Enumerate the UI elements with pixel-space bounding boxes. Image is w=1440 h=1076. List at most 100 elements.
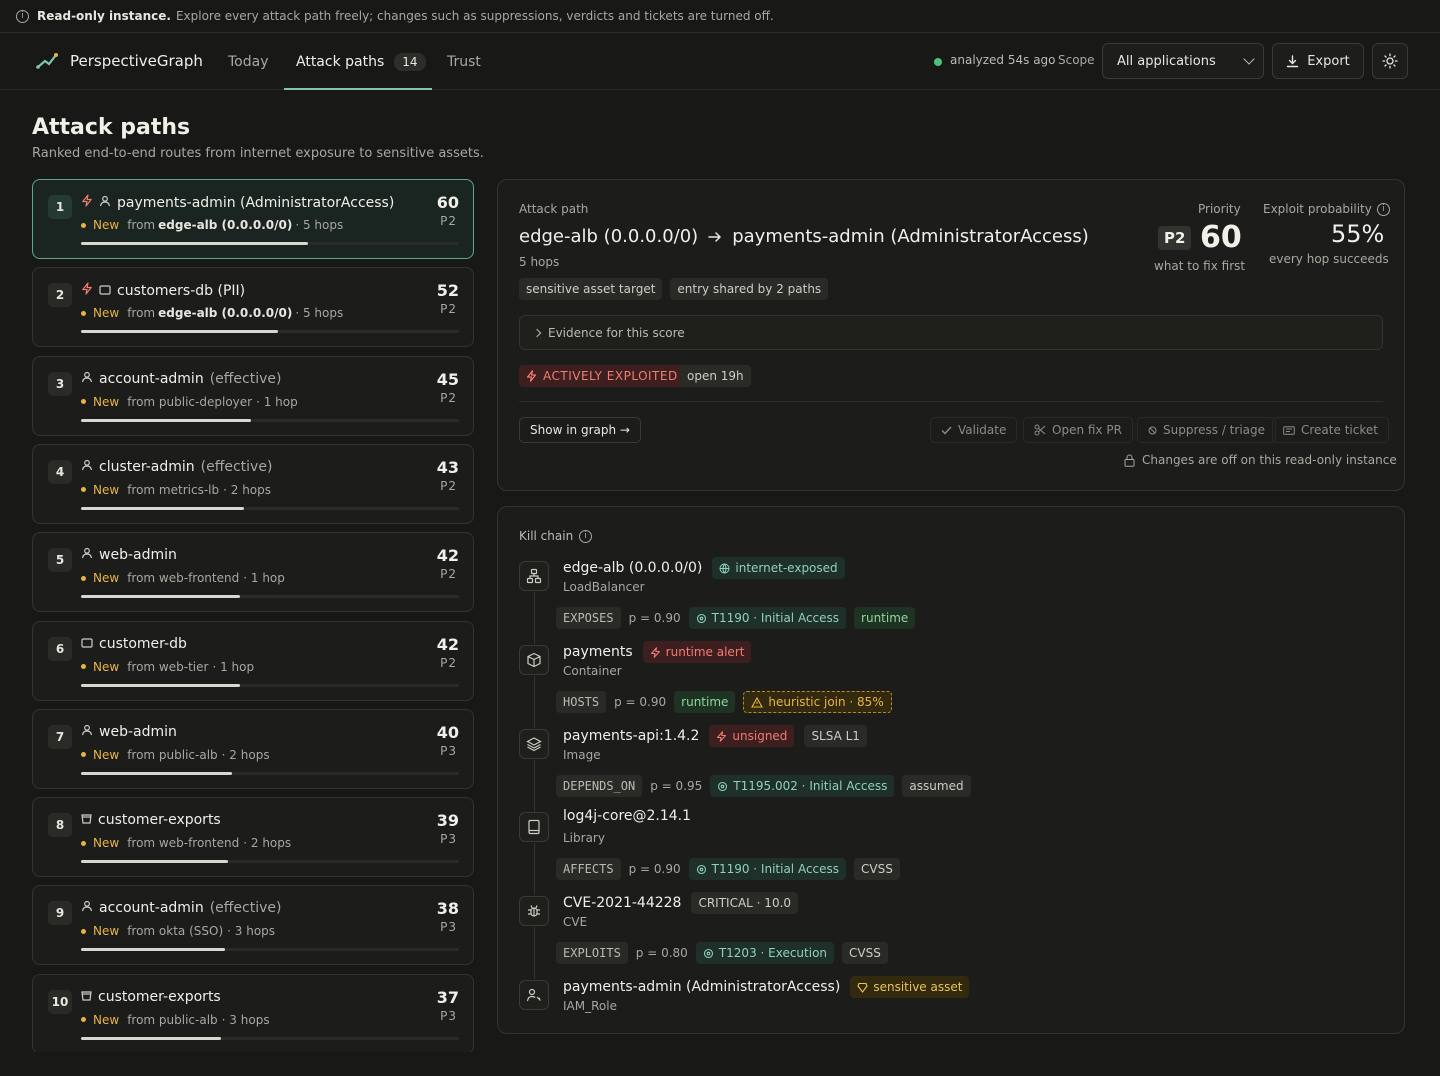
node-type: LoadBalancer	[563, 580, 645, 594]
check-icon	[941, 426, 952, 435]
path-score: 43	[436, 457, 459, 477]
tab-attack-paths[interactable]: Attack paths 14	[296, 33, 426, 90]
path-hops: · 5 hops	[295, 306, 344, 321]
attack-path-card[interactable]: 3 account-admin (effective) New from pub…	[32, 355, 474, 436]
create-ticket-button[interactable]: Create ticket	[1272, 417, 1389, 443]
path-score-bar	[81, 242, 459, 245]
attack-path-card[interactable]: 6 customer-db New from web-tier · 1 hop …	[32, 620, 474, 701]
mitre-text: T1203 · Execution	[718, 946, 828, 960]
new-dot-icon	[81, 310, 86, 316]
path-hops: · 3 hops	[221, 1012, 270, 1027]
brand-name[interactable]: PerspectiveGraph	[70, 52, 203, 70]
info-icon[interactable]: i	[579, 529, 593, 543]
actively-exploited-badge: ACTIVELY EXPLOITED	[519, 365, 685, 387]
mitre-tag: T1190 · Initial Access	[688, 607, 847, 629]
tag-grey: CVSS	[842, 942, 888, 964]
theme-toggle-button[interactable]	[1372, 43, 1408, 79]
path-title: customer-db	[81, 636, 187, 652]
kill-chain-node[interactable]: CVE-2021-44228 CRITICAL · 10.0	[563, 892, 799, 914]
mitre-text: T1190 · Initial Access	[711, 862, 840, 876]
edge-probability: p = 0.80	[635, 946, 688, 960]
attack-path-card[interactable]: 1 payments-admin (AdministratorAccess) N…	[32, 179, 474, 259]
edge-relation: EXPLOITS	[556, 942, 628, 964]
target-icon	[696, 613, 707, 624]
path-score: 42	[436, 634, 459, 654]
tag-text: heuristic join · 85%	[768, 695, 884, 709]
path-target-suffix: (effective)	[200, 458, 273, 475]
tag-text: sensitive asset	[873, 980, 963, 994]
kill-chain-node[interactable]: payments runtime alert	[563, 641, 752, 663]
attack-path-card[interactable]: 10 customer-exports New from public-alb …	[32, 973, 474, 1052]
detail-chips: sensitive asset target entry shared by 2…	[519, 278, 829, 300]
new-label: New	[93, 924, 120, 939]
node-name: payments	[563, 644, 633, 660]
path-hops: · 2 hops	[223, 482, 272, 497]
path-score: 42	[436, 546, 459, 566]
validate-button[interactable]: Validate	[930, 417, 1018, 443]
new-label: New	[93, 747, 120, 762]
attack-path-card[interactable]: 9 account-admin (effective) New from okt…	[32, 885, 474, 966]
exploited-text: ACTIVELY EXPLOITED	[543, 369, 678, 383]
banner-bold: Read-only instance.	[37, 9, 171, 23]
node-name: CVE-2021-44228	[563, 895, 682, 911]
suppress-triage-button[interactable]: Suppress / triage	[1137, 417, 1277, 443]
path-hops: · 2 hops	[221, 747, 270, 762]
red-tag-icon	[650, 646, 661, 658]
kill-chain-node[interactable]: edge-alb (0.0.0.0/0) internet-exposed	[563, 557, 845, 579]
chevron-right-icon	[532, 328, 542, 337]
path-rank: 9	[48, 901, 72, 926]
attack-path-card[interactable]: 5 web-admin New from web-frontend · 1 ho…	[32, 532, 474, 613]
attack-path-card[interactable]: 7 web-admin New from public-alb · 2 hops…	[32, 708, 474, 789]
tag-text: CVSS	[849, 946, 881, 960]
tab-trust[interactable]: Trust	[447, 33, 481, 90]
attack-path-list[interactable]: 1 payments-admin (AdministratorAccess) N…	[32, 179, 474, 1052]
edge-relation: AFFECTS	[556, 858, 621, 880]
kill-chain-edge: DEPENDS_ON p = 0.95 T1195.002 · Initial …	[556, 775, 971, 797]
user-icon	[81, 547, 93, 563]
new-label: New	[93, 394, 120, 409]
path-score-bar-fill	[81, 1036, 221, 1040]
tag-red: unsigned	[709, 725, 795, 747]
path-score-bar-fill	[81, 506, 244, 510]
path-title: customer-exports	[81, 989, 221, 1005]
mitre-tag: T1195.002 · Initial Access	[710, 775, 895, 797]
path-meta: New from public-deployer · 1 hop	[81, 395, 298, 409]
kill-chain-node[interactable]: payments-api:1.4.2 unsigned SLSA L1	[563, 725, 867, 747]
path-meta: New from web-tier · 1 hop	[81, 660, 254, 674]
tag-green: runtime	[854, 607, 916, 629]
scope-select[interactable]: All applications	[1102, 43, 1264, 79]
priority-label: Priority	[1198, 202, 1241, 216]
path-score-bar-fill	[81, 683, 240, 687]
target-icon	[717, 781, 728, 792]
path-priority: P2	[440, 302, 457, 317]
export-button[interactable]: Export	[1272, 43, 1364, 79]
user-key-icon	[519, 980, 549, 1010]
open-fix-pr-button[interactable]: Open fix PR	[1023, 417, 1133, 443]
attack-path-card[interactable]: 8 customer-exports New from web-frontend…	[32, 797, 474, 878]
node-type: CVE	[563, 915, 588, 929]
node-type: Container	[563, 664, 622, 678]
target-icon	[696, 864, 707, 875]
show-in-graph-button[interactable]: Show in graph →	[519, 417, 641, 443]
kill-chain-node[interactable]: payments-admin (AdministratorAccess) sens…	[563, 976, 970, 998]
kill-chain-node[interactable]: log4j-core@2.14.1	[563, 808, 691, 824]
path-title: account-admin (effective)	[81, 900, 281, 916]
tab-today[interactable]: Today	[228, 33, 269, 90]
attack-path-card[interactable]: 2 customers-db (PII) New from edge-alb (…	[32, 267, 474, 348]
path-score: 52	[436, 281, 459, 301]
tag-text: CVSS	[861, 862, 893, 876]
path-from: from metrics-lb	[127, 482, 220, 497]
path-score-bar-fill	[81, 595, 240, 599]
path-priority: P3	[440, 1008, 457, 1023]
tag-grey: assumed	[902, 775, 971, 797]
info-icon: i	[16, 9, 29, 23]
info-icon[interactable]: i	[1376, 202, 1390, 216]
tag-warn: heuristic join · 85%	[743, 691, 892, 713]
attack-path-card[interactable]: 4 cluster-admin (effective) New from met…	[32, 443, 474, 524]
new-dot-icon	[81, 222, 86, 228]
evidence-toggle[interactable]: Evidence for this score	[519, 315, 1383, 350]
tag-grey: SLSA L1	[804, 725, 867, 747]
new-label: New	[93, 218, 120, 232]
path-hops: · 3 hops	[227, 924, 276, 939]
new-dot-icon	[81, 752, 86, 758]
